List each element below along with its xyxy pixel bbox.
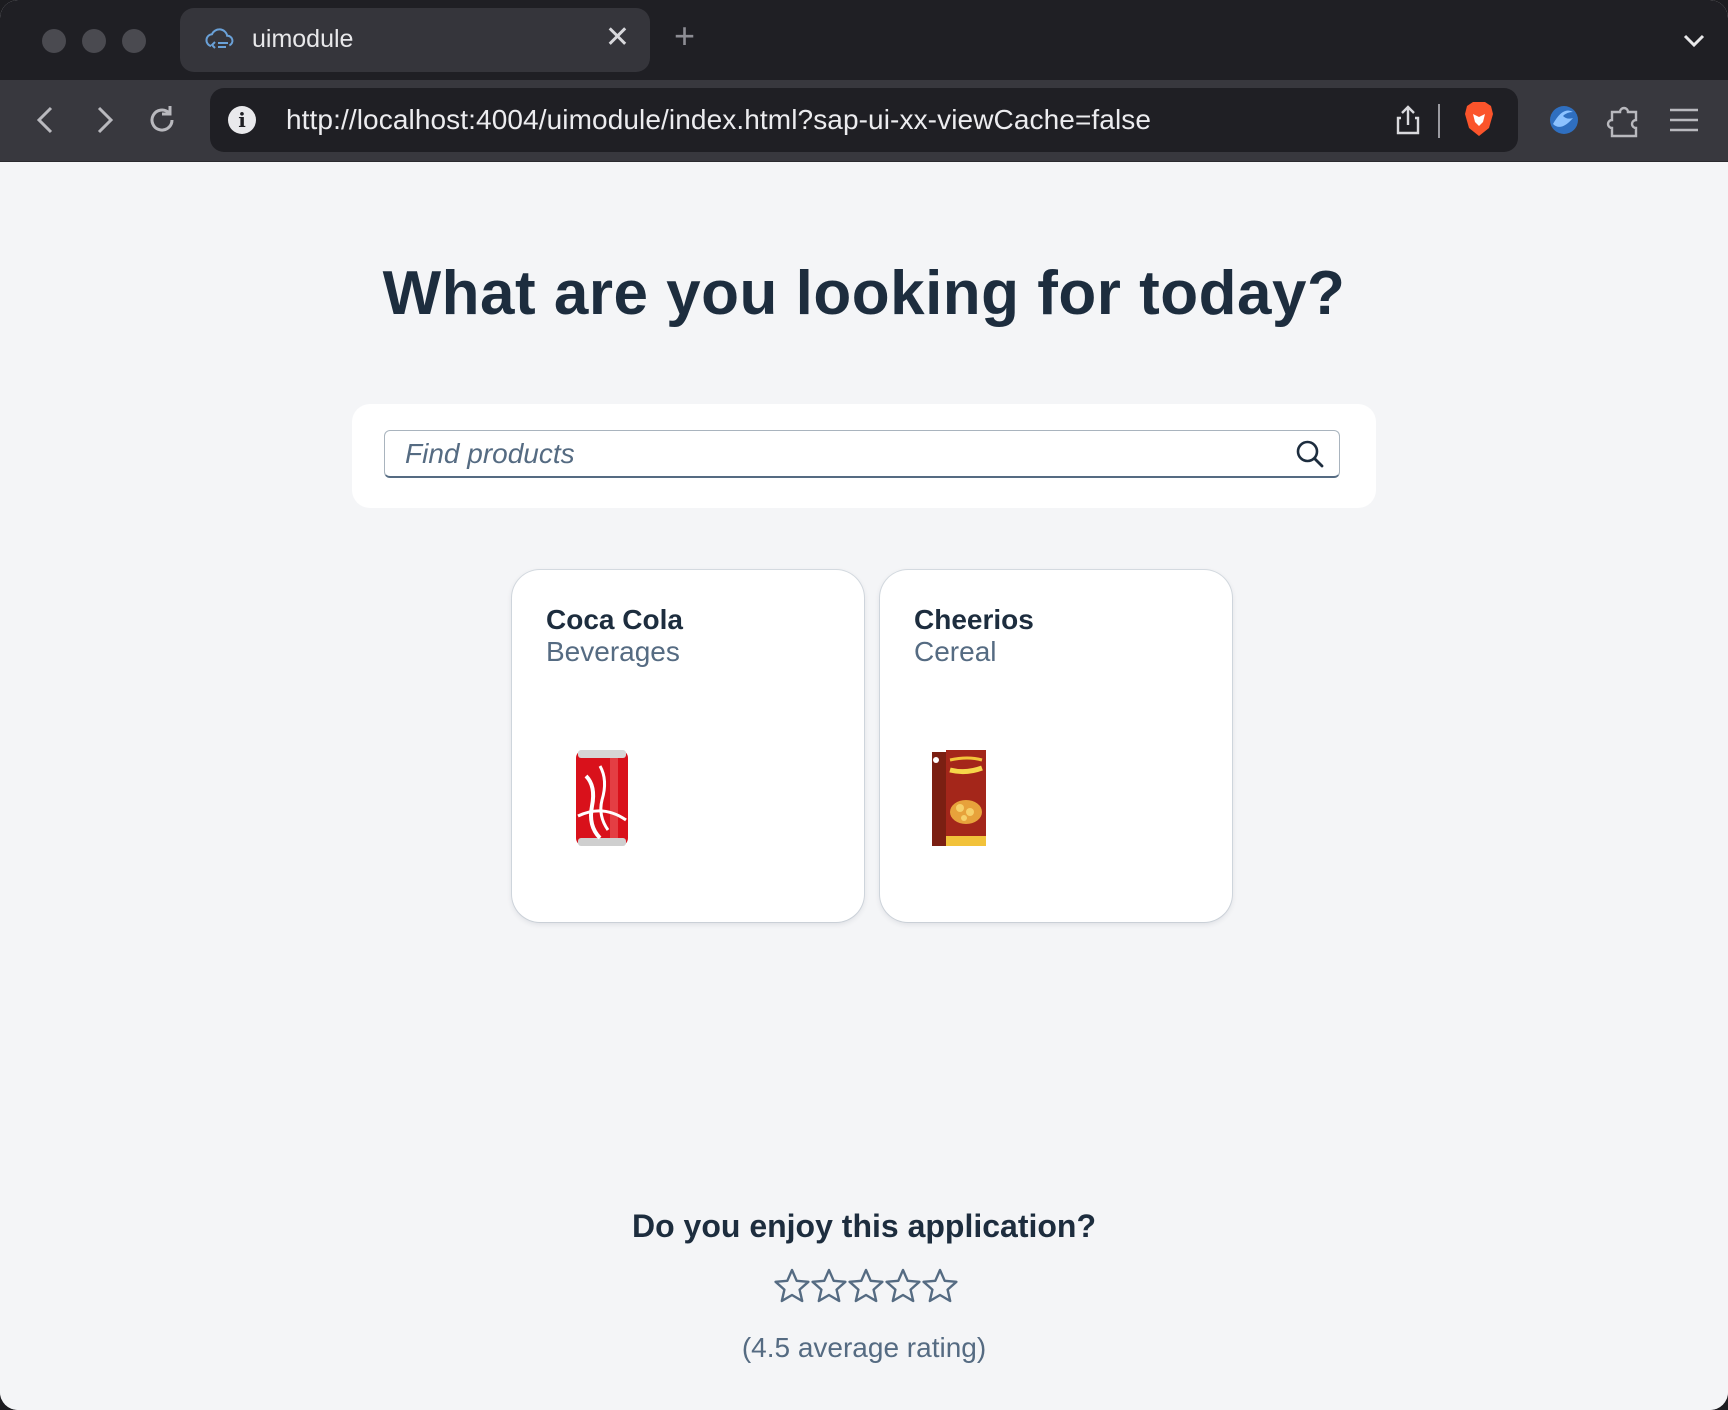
address-bar[interactable]: i http://localhost:4004/uimodule/index.h… bbox=[210, 88, 1518, 152]
address-bar-divider bbox=[1438, 104, 1440, 138]
browser-window: uimodule ✕ + i http://localhost:4004/uim… bbox=[0, 0, 1728, 1410]
url-text[interactable]: http://localhost:4004/uimodule/index.htm… bbox=[286, 104, 1151, 136]
search-panel bbox=[352, 404, 1376, 508]
feedback-question: Do you enjoy this application? bbox=[631, 1208, 1097, 1244]
page-content: What are you looking for today? Coca Col… bbox=[0, 162, 1728, 1410]
browser-toolbar: i http://localhost:4004/uimodule/index.h… bbox=[0, 80, 1728, 162]
product-name: Cheerios bbox=[914, 604, 1034, 635]
average-rating-text: (4.5 average rating) bbox=[741, 1332, 987, 1363]
minimize-window-button[interactable] bbox=[82, 29, 106, 53]
tab-list-chevron-icon[interactable] bbox=[1678, 24, 1710, 56]
coca-cola-can-image bbox=[572, 746, 632, 850]
tab-title: uimodule bbox=[252, 25, 354, 53]
extensions-puzzle-icon[interactable] bbox=[1604, 100, 1644, 140]
extension-icon[interactable] bbox=[1544, 100, 1584, 140]
product-card[interactable]: Cheerios Cereal bbox=[880, 570, 1232, 922]
zoom-window-button[interactable] bbox=[122, 29, 146, 53]
tab-strip: uimodule ✕ + bbox=[0, 0, 1728, 80]
close-window-button[interactable] bbox=[42, 29, 66, 53]
menu-icon[interactable] bbox=[1664, 100, 1704, 140]
star-icon[interactable] bbox=[811, 1268, 847, 1304]
star-icon[interactable] bbox=[922, 1268, 958, 1304]
star-icon[interactable] bbox=[774, 1268, 810, 1304]
star-icon[interactable] bbox=[848, 1268, 884, 1304]
forward-icon[interactable] bbox=[86, 102, 122, 138]
brave-shields-icon[interactable] bbox=[1462, 100, 1496, 138]
rating-indicator[interactable] bbox=[774, 1268, 958, 1308]
product-card[interactable]: Coca Cola Beverages bbox=[512, 570, 864, 922]
cheerios-box-image bbox=[928, 746, 988, 850]
reload-icon[interactable] bbox=[144, 102, 180, 138]
browser-tab[interactable]: uimodule ✕ bbox=[180, 8, 650, 72]
star-icon[interactable] bbox=[885, 1268, 921, 1304]
search-field[interactable] bbox=[384, 430, 1340, 478]
new-tab-button[interactable]: + bbox=[674, 18, 695, 54]
site-info-icon[interactable]: i bbox=[228, 106, 256, 134]
product-category: Beverages bbox=[546, 636, 680, 667]
share-icon[interactable] bbox=[1394, 104, 1422, 136]
search-input[interactable] bbox=[403, 431, 1267, 477]
close-tab-icon[interactable]: ✕ bbox=[605, 22, 630, 54]
product-category: Cereal bbox=[914, 636, 997, 667]
page-title: What are you looking for today? bbox=[382, 259, 1346, 328]
search-icon[interactable] bbox=[1295, 439, 1325, 469]
back-icon[interactable] bbox=[28, 102, 64, 138]
product-name: Coca Cola bbox=[546, 604, 683, 635]
cloud-code-icon bbox=[204, 26, 236, 54]
